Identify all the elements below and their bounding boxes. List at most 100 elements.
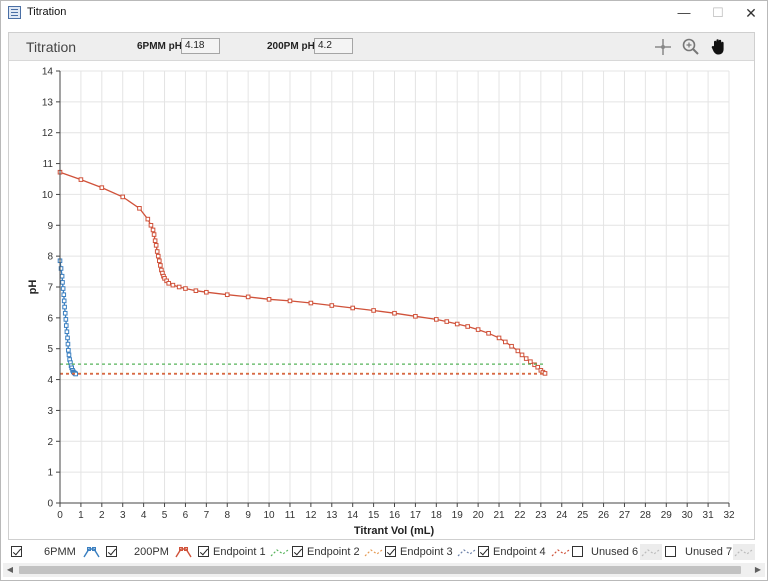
data-point-200pm [183, 286, 188, 291]
x-tick-label: 25 [577, 510, 589, 521]
data-point-200pm [475, 327, 481, 332]
x-tick-label: 31 [703, 510, 715, 521]
data-point-200pm [137, 206, 142, 211]
data-point-6pmm [65, 341, 71, 347]
data-point-200pm [454, 321, 460, 327]
x-tick-label: 18 [431, 510, 443, 521]
x-tick-label: 21 [493, 510, 505, 521]
data-point-200pm [528, 359, 533, 364]
endpoint-2-checkbox[interactable] [292, 546, 303, 557]
data-point-6pmm [63, 323, 69, 328]
data-point-6pmm [66, 352, 72, 358]
endpoint-3-swatch-icon [457, 549, 476, 557]
endpoint-3-checkbox[interactable] [385, 546, 396, 557]
data-point-200pm [148, 222, 154, 228]
x-tick-label: 32 [723, 510, 735, 521]
200pm-swatch-icon [175, 547, 192, 558]
200pm-ph-field[interactable]: 4.2 [314, 38, 353, 54]
data-point-200pm [78, 177, 84, 182]
data-point-200pm [224, 292, 230, 298]
x-tick-label: 24 [556, 510, 568, 521]
y-tick-label: 13 [42, 97, 54, 108]
unused-7-swatch-icon [733, 544, 755, 560]
crosshair-icon[interactable] [653, 37, 673, 57]
x-tick-label: 17 [410, 510, 422, 521]
200pm-ph-label: 200PM pH [267, 41, 315, 52]
y-tick-label: 4 [47, 375, 53, 386]
data-point-200pm [308, 300, 314, 306]
zoom-icon[interactable] [681, 37, 701, 57]
close-button[interactable]: ✕ [734, 1, 768, 25]
y-tick-label: 14 [42, 67, 54, 78]
x-tick-label: 23 [535, 510, 547, 521]
titration-chart[interactable]: 0 1 2 3 4 5 6 7 8 9 10 11 12 13 14 15 16 17 18 19 20 21 22 23 24… [9, 62, 754, 540]
x-tick-label: 22 [514, 510, 526, 521]
data-point-200pm [157, 258, 162, 264]
legend-label-endpoint-1: Endpoint 1 [213, 546, 266, 558]
x-tick-label: 8 [224, 510, 230, 521]
data-point-200pm [329, 303, 335, 308]
6pmm-ph-label: 6PMM pH [137, 41, 182, 52]
data-point-200pm [145, 216, 151, 222]
data-point-6pmm [61, 292, 67, 298]
chart-panel: Titration 6PMM pH 4.18 200PM pH 4.2 0 1 … [8, 32, 755, 540]
scroll-left-arrow-icon[interactable]: ◀ [3, 563, 17, 577]
x-tick-label: 15 [368, 510, 380, 521]
y-tick-label: 1 [47, 468, 53, 479]
y-axis-label: pH [27, 280, 39, 295]
x-tick-label: 16 [389, 510, 401, 521]
pan-hand-icon[interactable] [709, 37, 729, 57]
data-point-200pm [153, 243, 159, 248]
data-point-200pm [120, 194, 126, 200]
data-point-200pm [444, 319, 450, 324]
unused-6-checkbox[interactable] [572, 546, 583, 557]
legend-label-unused-7: Unused 7 [685, 546, 733, 558]
y-tick-label: 9 [47, 221, 53, 232]
6pmm-checkbox[interactable] [11, 546, 22, 557]
data-point-200pm [523, 356, 529, 361]
data-point-6pmm [62, 304, 67, 310]
x-tick-label: 30 [682, 510, 694, 521]
y-tick-label: 12 [42, 128, 54, 139]
data-point-200pm [176, 284, 182, 290]
endpoint-4-checkbox[interactable] [478, 546, 489, 557]
data-point-6pmm [60, 286, 66, 291]
data-point-6pmm [61, 298, 67, 304]
horizontal-scrollbar[interactable]: ◀ ▶ [3, 563, 765, 577]
scroll-right-arrow-icon[interactable]: ▶ [751, 563, 765, 577]
minimize-button[interactable]: — [667, 1, 701, 25]
y-tick-label: 10 [42, 190, 54, 201]
y-tick-label: 11 [43, 159, 54, 170]
data-point-200pm [99, 185, 105, 190]
endpoint-2-swatch-icon [364, 549, 383, 557]
legend-label-unused-6: Unused 6 [591, 546, 639, 558]
200pm-checkbox[interactable] [106, 546, 117, 557]
maximize-button[interactable]: ☐ [701, 1, 735, 25]
x-tick-label: 9 [245, 510, 251, 521]
y-tick-label: 0 [47, 499, 53, 510]
chart-toolbar: Titration 6PMM pH 4.18 200PM pH 4.2 [9, 33, 754, 61]
y-axis-ticks: 01234567891011121314 [42, 67, 60, 510]
x-tick-label: 1 [78, 510, 84, 521]
data-point-200pm [465, 324, 470, 329]
endpoint-4-swatch-icon [551, 549, 570, 557]
endpoint-1-checkbox[interactable] [198, 546, 209, 557]
data-point-200pm [350, 305, 355, 311]
x-tick-label: 10 [264, 510, 276, 521]
unused-7-checkbox[interactable] [665, 546, 676, 557]
unused-6-swatch-icon [640, 544, 662, 560]
6pmm-ph-field[interactable]: 4.18 [181, 38, 220, 54]
data-point-200pm [266, 297, 272, 302]
title-bar[interactable]: Titration — ☐ ✕ [1, 1, 767, 25]
titration-window: Titration — ☐ ✕ Titration 6PMM pH 4.18 2… [0, 0, 768, 581]
y-tick-label: 5 [47, 344, 53, 355]
6pmm-swatch-icon [83, 547, 100, 558]
y-tick-label: 7 [47, 283, 53, 294]
legend-label-endpoint-4: Endpoint 4 [493, 546, 546, 558]
scrollbar-thumb[interactable] [19, 566, 741, 574]
data-point-200pm [542, 371, 548, 376]
series-legend: 6PMM 200PM Endpoint 1 Endpoint 2 Endpoin… [1, 541, 767, 563]
data-point-200pm [519, 352, 525, 358]
x-axis-ticks: 0 1 2 3 4 5 6 7 8 9 10 11 12 13 14 15 16 17 18 19 20 21 22 23 24… [57, 503, 735, 521]
x-tick-label: 14 [347, 510, 359, 521]
